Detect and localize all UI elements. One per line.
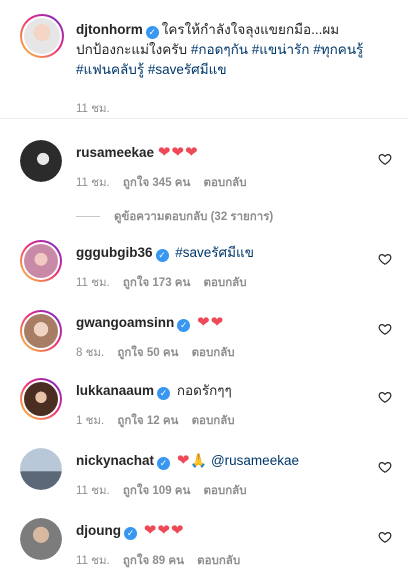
comment-mention[interactable]: @rusameekae [211, 453, 299, 468]
verified-badge-icon: ✓ [157, 387, 171, 400]
comment-likes[interactable]: ถูกใจ 345 คน [123, 177, 190, 189]
heart-outline-icon[interactable] [378, 460, 392, 474]
verified-badge-icon: ✓ [123, 527, 137, 540]
reply-button[interactable]: ตอบกลับ [197, 555, 240, 567]
comment-body: กอดรักๆๆ [176, 383, 232, 398]
comment-item: gwangoamsinn ✓ ❤❤ 8 ชม. ถูกใจ 50 คน ตอบกล… [20, 310, 400, 366]
comment-item: rusameekae ❤❤❤ 11 ชม. ถูกใจ 345 คน ตอบกล… [20, 140, 400, 196]
comment-item: nickynachat ✓ ❤🙏 @rusameekae 11 ชม. ถูกใจ… [20, 448, 400, 504]
reply-button[interactable]: ตอบกลับ [204, 177, 247, 189]
pray-emoji: 🙏 [190, 453, 208, 468]
comment-meta: 1 ชม. ถูกใจ 12 คน ตอบกลับ [76, 412, 245, 430]
comment-avatar[interactable] [20, 240, 62, 282]
comment-text: rusameekae ❤❤❤ [76, 144, 199, 162]
comment-item: gggubgib36 ✓ #saveรัศมีแข 11 ชม. ถูกใจ 17… [20, 240, 400, 296]
comment-item: djoung ✓ ❤❤❤ 11 ชม. ถูกใจ 89 คน ตอบกลับ [20, 518, 400, 574]
comment-avatar[interactable] [20, 378, 62, 420]
comment-username[interactable]: gwangoamsinn [76, 315, 174, 330]
heart-emoji: ❤❤❤ [157, 144, 199, 161]
comment-likes[interactable]: ถูกใจ 89 คน [123, 555, 184, 567]
comment-time: 8 ชม. [76, 347, 105, 359]
verified-badge-icon: ✓ [145, 26, 159, 39]
heart-emoji: ❤ [176, 452, 191, 469]
comment-username[interactable]: djoung [76, 523, 121, 538]
comment-likes[interactable]: ถูกใจ 12 คน [117, 415, 178, 427]
comment-time: 11 ชม. [76, 485, 110, 497]
view-replies-button[interactable]: ดูข้อความตอบกลับ (32 รายการ) [76, 208, 273, 226]
heart-outline-icon[interactable] [378, 252, 392, 266]
comment-username[interactable]: rusameekae [76, 145, 154, 160]
view-replies-label: ดูข้อความตอบกลับ (32 รายการ) [114, 211, 274, 223]
comment-username[interactable]: lukkanaaum [76, 383, 154, 398]
comment-text: gwangoamsinn ✓ ❤❤ [76, 314, 224, 332]
comment-time: 11 ชม. [76, 555, 110, 567]
comment-time: 11 ชม. [76, 277, 110, 289]
comment-meta: 8 ชม. ถูกใจ 50 คน ตอบกลับ [76, 344, 245, 362]
comment-meta: 11 ชม. ถูกใจ 173 คน ตอบกลับ [76, 274, 257, 292]
reply-button[interactable]: ตอบกลับ [192, 347, 235, 359]
comment-avatar[interactable] [20, 448, 62, 490]
caption-time: 11 ชม. [76, 103, 110, 115]
replies-line [76, 216, 100, 218]
comment-item: lukkanaaum ✓ กอดรักๆๆ 1 ชม. ถูกใจ 12 คน ต… [20, 378, 400, 434]
heart-emoji: ❤❤❤ [143, 522, 185, 539]
comment-likes[interactable]: ถูกใจ 50 คน [117, 347, 178, 359]
comment-meta: 11 ชม. ถูกใจ 345 คน ตอบกลับ [76, 174, 257, 192]
comment-text: djoung ✓ ❤❤❤ [76, 522, 184, 540]
comment-time: 1 ชม. [76, 415, 105, 427]
caption-avatar[interactable] [20, 14, 64, 58]
heart-outline-icon[interactable] [378, 152, 392, 166]
heart-outline-icon[interactable] [378, 322, 392, 336]
caption-hashtags-2[interactable]: #แฟนคลับรู้ #saveรัศมีแข [76, 62, 227, 77]
comment-time: 11 ชม. [76, 177, 110, 189]
comment-avatar[interactable] [20, 518, 62, 560]
divider [0, 118, 408, 119]
reply-button[interactable]: ตอบกลับ [204, 485, 247, 497]
comment-avatar[interactable] [20, 140, 62, 182]
reply-button[interactable]: ตอบกลับ [204, 277, 247, 289]
comment-text: gggubgib36 ✓ #saveรัศมีแข [76, 244, 254, 262]
verified-badge-icon: ✓ [157, 457, 171, 470]
comment-text: lukkanaaum ✓ กอดรักๆๆ [76, 382, 232, 400]
caption-hashtags-1[interactable]: #กอดๆกัน #แขน่ารัก #ทุกคนรู้ [191, 42, 363, 57]
comment-username[interactable]: gggubgib36 [76, 245, 153, 260]
caption-text: djtonhorm ✓ ใครให้กำลังใจลุงแขยกมือ...ผม ป… [76, 20, 396, 80]
verified-badge-icon: ✓ [177, 319, 191, 332]
comment-likes[interactable]: ถูกใจ 173 คน [123, 277, 190, 289]
comment-meta: 11 ชม. ถูกใจ 89 คน ตอบกลับ [76, 552, 250, 570]
comment-hashtag[interactable]: #saveรัศมีแข [175, 245, 254, 260]
heart-emoji: ❤❤ [197, 314, 225, 331]
heart-outline-icon[interactable] [378, 390, 392, 404]
comment-likes[interactable]: ถูกใจ 109 คน [123, 485, 190, 497]
heart-outline-icon[interactable] [378, 530, 392, 544]
caption-line1: ใครให้กำลังใจลุงแขยกมือ...ผม [161, 22, 340, 37]
comment-meta: 11 ชม. ถูกใจ 109 คน ตอบกลับ [76, 482, 257, 500]
comment-avatar[interactable] [20, 310, 62, 352]
comment-text: nickynachat ✓ ❤🙏 @rusameekae [76, 452, 299, 470]
caption-username[interactable]: djtonhorm [76, 22, 143, 37]
verified-badge-icon: ✓ [155, 249, 169, 262]
reply-button[interactable]: ตอบกลับ [192, 415, 235, 427]
caption-line2: ปกป้องกะแม่ใงครับ [76, 42, 191, 57]
comment-username[interactable]: nickynachat [76, 453, 154, 468]
